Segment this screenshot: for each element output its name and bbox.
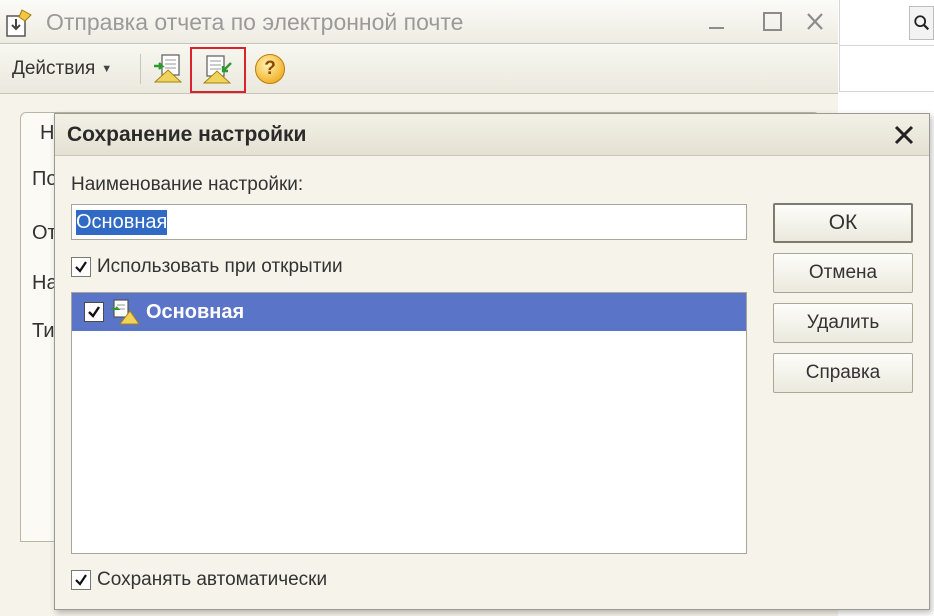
ok-button[interactable]: ОК [773,203,913,243]
use-on-open-row[interactable]: Использовать при открытии [71,256,343,278]
auto-save-label: Сохранять автоматически [97,569,328,590]
grid-line [839,45,934,46]
help-dialog-button[interactable]: Справка [773,353,913,393]
restore-settings-icon [153,54,183,83]
actions-menu-label: Действия [12,58,96,79]
checkmark-icon [75,574,87,586]
save-settings-button[interactable] [190,47,246,93]
setting-name-input[interactable]: Основная [71,204,747,240]
setting-name-label: Наименование настройки: [71,174,304,195]
grid-line [839,91,934,92]
dialog-titlebar: Сохранение настройки [55,114,929,156]
settings-list[interactable]: Основная [71,292,747,554]
minimize-icon[interactable] [702,8,732,36]
window-title: Отправка отчета по электронной почте [46,9,464,35]
cancel-button[interactable]: Отмена [773,253,913,293]
close-icon[interactable] [800,8,830,36]
auto-save-checkbox[interactable] [71,570,91,590]
app-document-icon [4,8,36,38]
field-label-fragment: От [32,222,57,244]
checkmark-icon [75,261,87,273]
use-on-open-label: Использовать при открытии [97,256,343,277]
search-icon [913,15,929,31]
close-icon[interactable] [891,122,917,148]
setting-item-icon [111,299,140,325]
checkmark-icon [88,306,100,318]
auto-save-row[interactable]: Сохранять автоматически [71,569,327,591]
list-item-label: Основная [146,300,245,323]
tab-label-fragment[interactable]: Н [40,122,54,145]
save-settings-dialog: Сохранение настройки Наименование настро… [54,113,930,610]
save-settings-icon [202,55,232,84]
search-button[interactable] [909,6,934,40]
use-on-open-checkbox[interactable] [71,257,91,277]
help-button[interactable]: ? [250,49,290,89]
list-item-checkbox[interactable] [84,302,104,322]
window-titlebar: Отправка отчета по электронной почте [0,0,838,44]
delete-button[interactable]: Удалить [773,303,913,343]
actions-menu[interactable]: Действия ▼ [6,54,118,84]
restore-settings-button[interactable] [148,49,188,89]
help-icon: ? [255,54,285,84]
setting-name-value: Основная [76,209,168,235]
grid-line [839,0,840,92]
toolbar-separator [140,54,141,84]
list-item[interactable]: Основная [72,293,746,331]
field-label-fragment: Ти [32,320,55,342]
dialog-title: Сохранение настройки [67,123,307,146]
window-toolbar: Действия ▼ ? [0,44,838,94]
maximize-icon[interactable] [758,8,788,36]
chevron-down-icon: ▼ [101,63,113,75]
